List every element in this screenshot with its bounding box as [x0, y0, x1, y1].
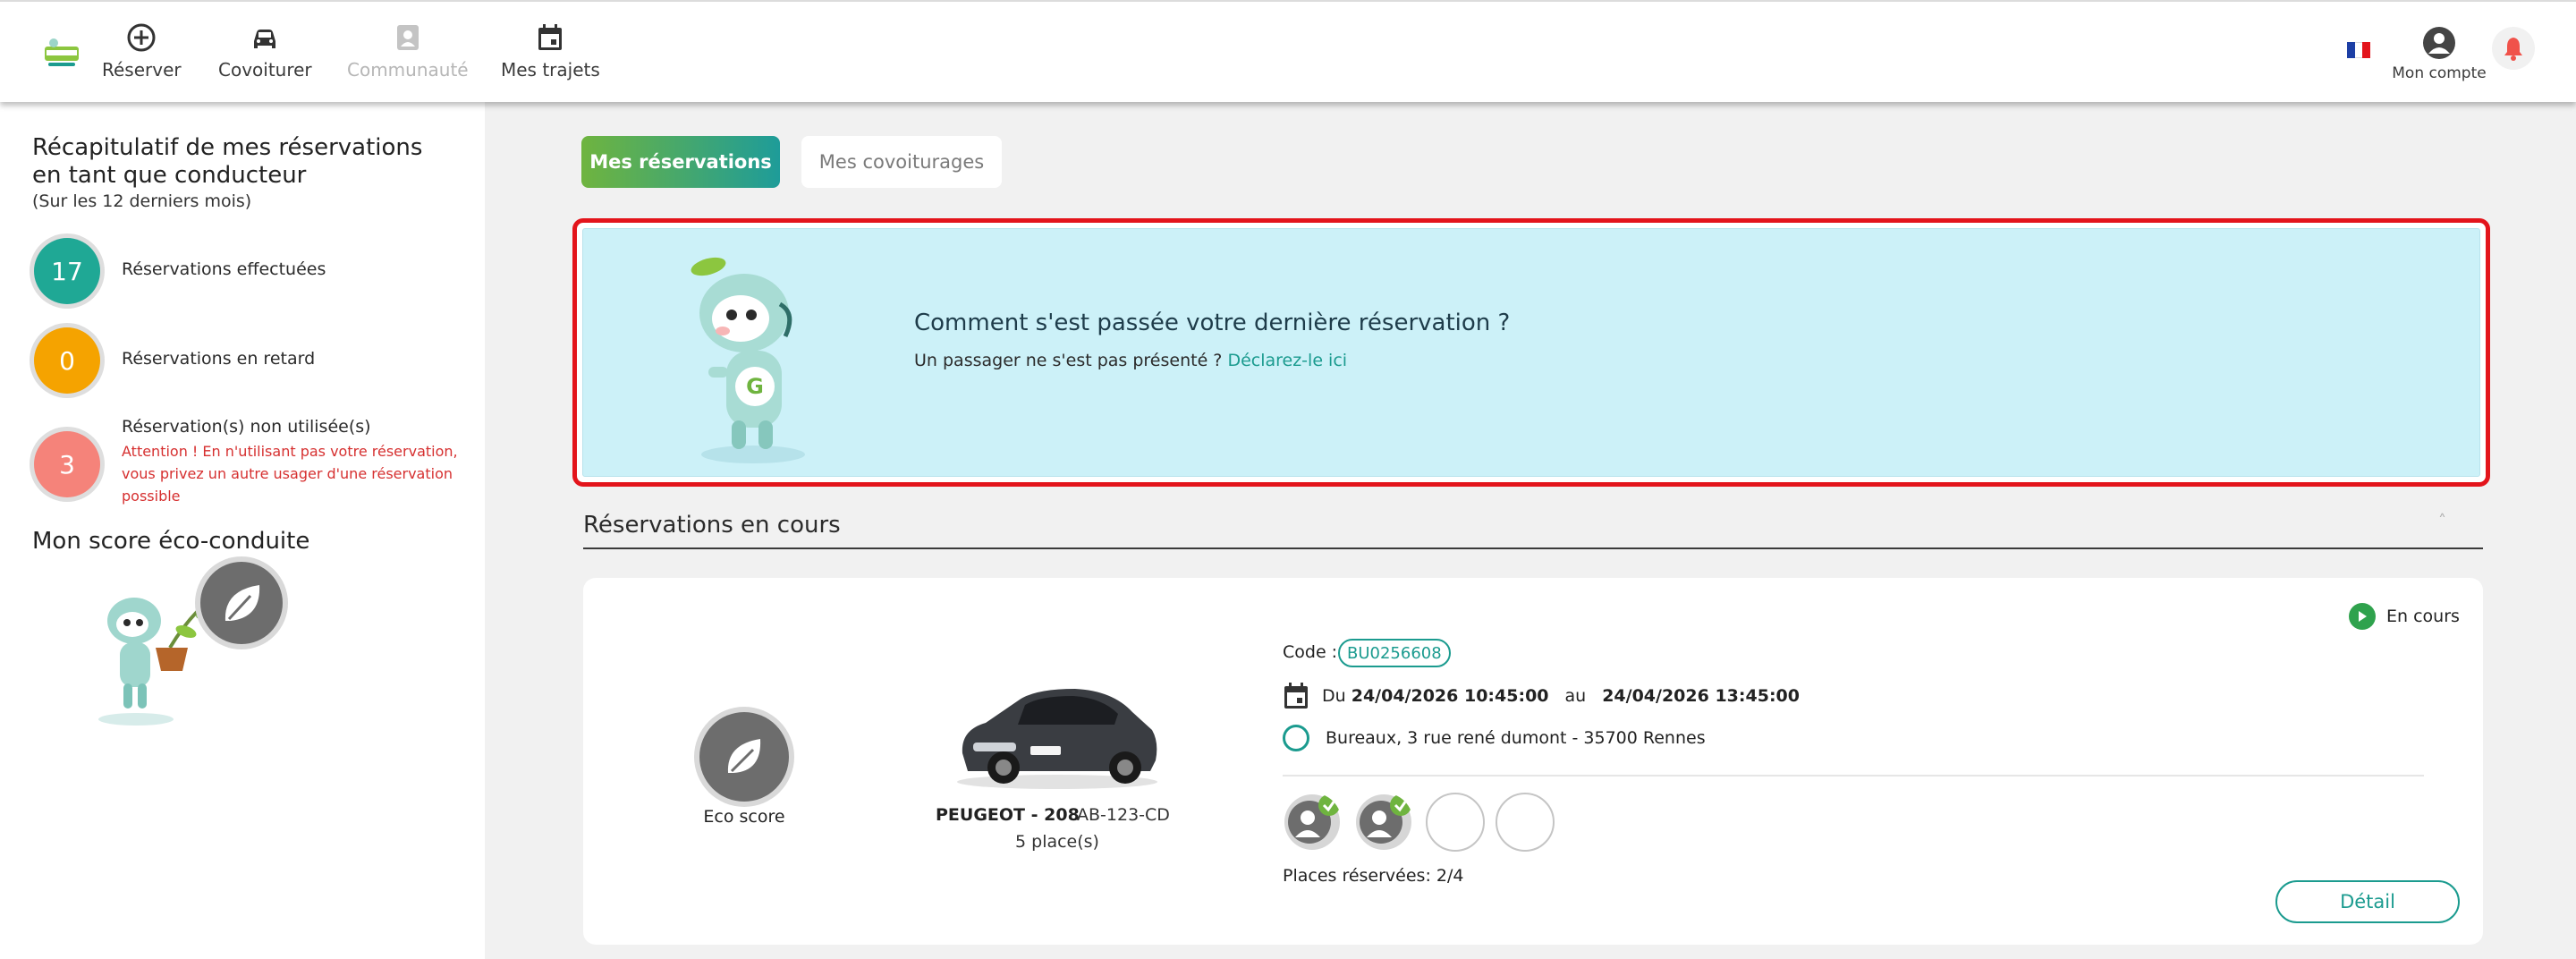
summary-sidebar: Récapitulatif de mes réservations en tan…	[0, 102, 485, 959]
booked-seats-label: Places réservées: 2/4	[1283, 866, 1464, 886]
notifications-button[interactable]	[2492, 27, 2535, 70]
date-from: 24/04/2026 10:45:00	[1351, 686, 1549, 706]
calendar-icon	[1284, 683, 1308, 709]
nav-communaute-label: Communauté	[347, 59, 469, 81]
plus-circle-icon	[127, 23, 156, 52]
date-to: 24/04/2026 13:45:00	[1602, 686, 1800, 706]
account-icon	[2423, 27, 2455, 59]
feedback-banner-highlight: G Comment s'est passée votre dernière ré…	[572, 218, 2490, 487]
language-flag-fr-icon[interactable]	[2347, 42, 2371, 58]
nav-mes-trajets[interactable]: Mes trajets	[501, 21, 600, 84]
date-separator: au	[1564, 686, 1587, 706]
stat-unused-label: Réservation(s) non utilisée(s)	[122, 417, 371, 437]
stat-late-label: Réservations en retard	[122, 349, 316, 369]
address-text: Bureaux, 3 rue rené dumont - 35700 Renne…	[1326, 728, 1706, 748]
calendar-icon	[538, 24, 563, 50]
collapse-caret-icon[interactable]: ˄	[2438, 512, 2446, 530]
tab-mes-covoiturages[interactable]: Mes covoiturages	[801, 136, 1002, 188]
car-model: PEUGEOT - 208	[936, 805, 1080, 825]
car-image	[957, 689, 1157, 789]
eco-mascot-illustration	[98, 556, 288, 726]
reservation-status: En cours	[2349, 603, 2460, 630]
reservation-card: En cours Eco score PEUGEOT - 208 AB-123-…	[583, 578, 2483, 945]
stat-late-badge: 0	[34, 327, 100, 394]
app-logo[interactable]	[43, 36, 80, 70]
empty-seat	[1426, 793, 1485, 852]
date-from-prefix: Du	[1322, 686, 1346, 706]
passenger-avatar-icon[interactable]	[1354, 793, 1413, 852]
eco-score-leaf-icon	[699, 712, 789, 802]
top-navigation-bar: Réserver Covoiturer Communauté Mes traje…	[0, 0, 2576, 102]
current-reservations-title: Réservations en cours	[583, 512, 841, 539]
declare-no-show-link[interactable]: Déclarez-le ici	[1227, 351, 1347, 370]
play-icon	[2349, 603, 2376, 630]
reservation-address: Bureaux, 3 rue rené dumont - 35700 Renne…	[1283, 725, 1706, 751]
bell-icon	[2504, 38, 2522, 61]
nav-reserver-label: Réserver	[102, 59, 182, 81]
feedback-question: Comment s'est passée votre dernière rése…	[914, 310, 1511, 336]
code-label: Code :	[1283, 642, 1338, 662]
mascot-illustration: G	[691, 257, 805, 463]
account-label: Mon compte	[2392, 64, 2487, 82]
empty-seat	[1496, 793, 1555, 852]
stat-completed-badge: 17	[34, 238, 100, 304]
card-divider	[1283, 775, 2424, 777]
svg-text:G: G	[746, 374, 764, 399]
community-icon	[396, 25, 419, 50]
no-show-question: Un passager ne s'est pas présenté ?	[914, 351, 1223, 370]
car-plate: AB-123-CD	[1077, 805, 1170, 825]
summary-title: Récapitulatif de mes réservations en tan…	[32, 134, 423, 189]
feedback-prompt: Un passager ne s'est pas présenté ? Décl…	[914, 351, 1347, 370]
reservation-code[interactable]: BU0256608	[1338, 639, 1451, 667]
section-divider	[583, 547, 2483, 549]
nav-covoiturer[interactable]: Covoiturer	[218, 21, 312, 84]
passenger-avatar-icon[interactable]	[1283, 793, 1342, 852]
stat-unused-badge: 3	[34, 431, 100, 497]
status-label: En cours	[2386, 607, 2460, 626]
location-ring-icon	[1283, 725, 1309, 751]
tab-mes-reservations[interactable]: Mes réservations	[581, 136, 780, 188]
detail-button[interactable]: Détail	[2275, 880, 2460, 923]
nav-mes-trajets-label: Mes trajets	[501, 59, 600, 81]
stat-unused-warning: Attention ! En n'utilisant pas votre rés…	[122, 443, 458, 505]
account-menu[interactable]: Mon compte	[2390, 25, 2488, 82]
feedback-banner: G Comment s'est passée votre dernière ré…	[582, 228, 2480, 477]
nav-reserver[interactable]: Réserver	[102, 21, 182, 84]
nav-covoiturer-label: Covoiturer	[218, 59, 312, 81]
car-icon	[254, 30, 276, 48]
main-content: Mes réservations Mes covoiturages G Comm…	[485, 102, 2576, 959]
car-seats: 5 place(s)	[1015, 832, 1099, 852]
summary-subtitle: (Sur les 12 derniers mois)	[32, 191, 252, 211]
eco-score-label: Eco score	[703, 807, 785, 827]
stat-completed-label: Réservations effectuées	[122, 259, 326, 279]
nav-communaute[interactable]: Communauté	[347, 21, 469, 84]
reservation-dates: Du 24/04/2026 10:45:00 au 24/04/2026 13:…	[1283, 682, 1800, 710]
